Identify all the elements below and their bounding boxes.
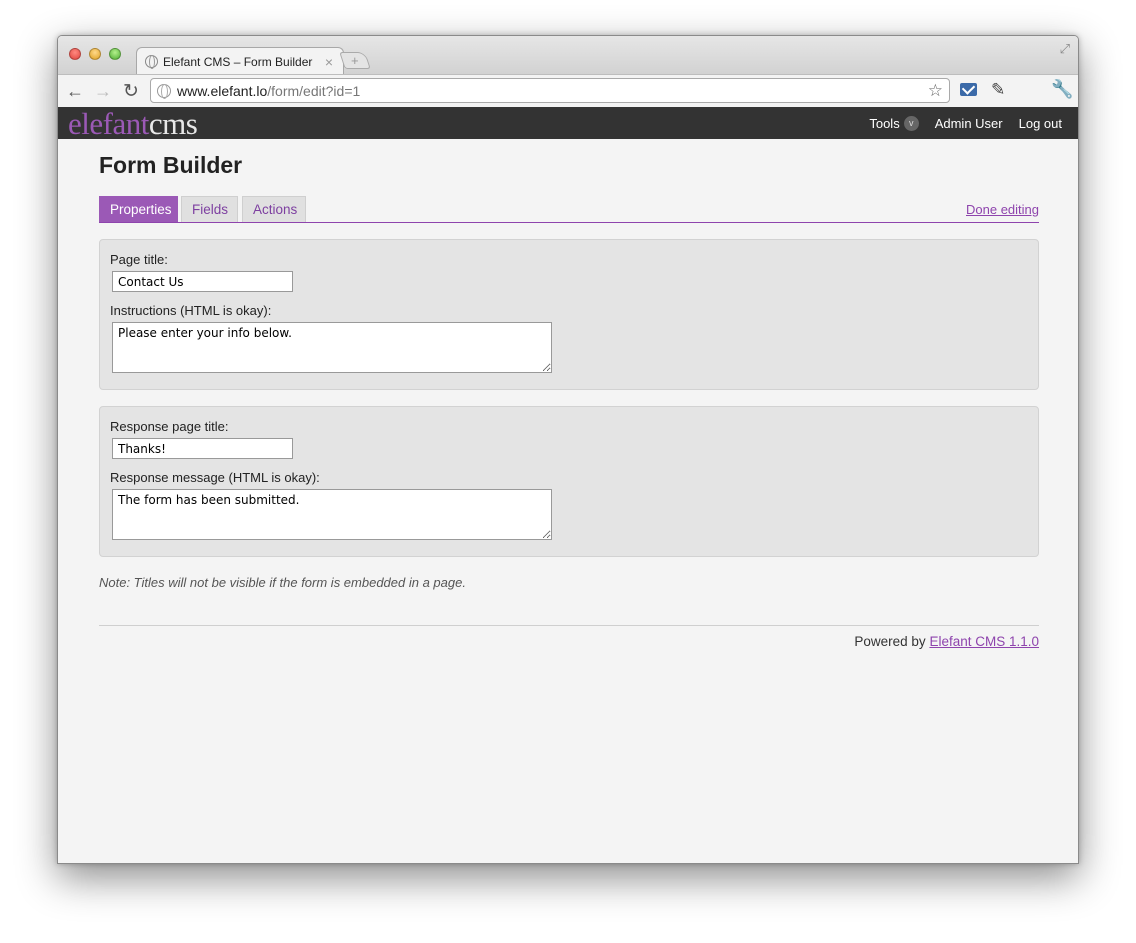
admin-user-link[interactable]: Admin User	[935, 116, 1003, 131]
bookmark-star-icon[interactable]: ☆	[928, 81, 943, 101]
response-message-label: Response message (HTML is okay):	[110, 470, 320, 485]
tab-properties[interactable]: Properties	[99, 196, 178, 222]
url-host: www.elefant.lo	[177, 82, 268, 99]
fullscreen-icon[interactable]: ⤢	[1060, 41, 1070, 57]
page-title-label: Page title:	[110, 252, 168, 267]
tools-menu[interactable]: Tools v	[869, 115, 919, 131]
plus-icon: +	[351, 53, 359, 68]
browser-window: Elefant CMS – Form Builder × + ⤢ ← → ↻ w…	[57, 35, 1079, 864]
pen-extension-icon[interactable]: ✎	[991, 80, 1005, 100]
close-window-button[interactable]	[69, 48, 81, 60]
mail-extension-icon[interactable]	[960, 83, 977, 96]
tools-label: Tools	[869, 115, 900, 131]
page-title-input[interactable]	[112, 271, 293, 292]
new-tab-button[interactable]: +	[339, 52, 371, 69]
response-properties-panel: Response page title: Response message (H…	[99, 406, 1039, 557]
instructions-textarea[interactable]: Please enter your info below.	[112, 322, 552, 373]
elefant-cms-link[interactable]: Elefant CMS 1.1.0	[929, 634, 1039, 649]
back-icon[interactable]: ←	[64, 80, 86, 102]
tab-actions[interactable]: Actions	[242, 196, 306, 222]
page-title: Form Builder	[99, 152, 243, 178]
tab-strip: Elefant CMS – Form Builder × + ⤢	[58, 36, 1078, 75]
reload-icon[interactable]: ↻	[120, 80, 142, 102]
response-title-label: Response page title:	[110, 419, 229, 434]
tab-fields[interactable]: Fields	[181, 196, 238, 222]
elefant-logo[interactable]: elefantcms	[68, 106, 198, 141]
done-editing-link[interactable]: Done editing	[966, 202, 1039, 217]
chevron-down-icon: v	[903, 115, 919, 131]
response-message-textarea[interactable]: The form has been submitted.	[112, 489, 552, 540]
logo-elefant: elefant	[68, 106, 149, 141]
cms-header: elefantcms Tools v Admin User Log out	[58, 106, 1078, 141]
main-content: Form Builder Properties Fields Actions D…	[99, 139, 1039, 649]
globe-icon	[145, 55, 158, 69]
tab-title: Elefant CMS – Form Builder	[163, 54, 313, 69]
address-bar[interactable]: www.elefant.lo/form/edit?id=1 ☆	[150, 78, 950, 103]
page-properties-panel: Page title: Instructions (HTML is okay):…	[99, 239, 1039, 390]
globe-icon	[157, 83, 171, 99]
close-tab-icon[interactable]: ×	[323, 54, 335, 70]
powered-by-text: Powered by	[854, 634, 926, 649]
cms-nav: Tools v Admin User Log out	[869, 107, 1062, 139]
minimize-window-button[interactable]	[89, 48, 101, 60]
browser-tab[interactable]: Elefant CMS – Form Builder ×	[136, 47, 344, 75]
wrench-icon[interactable]: 🔧	[1051, 79, 1073, 100]
footer: Powered by Elefant CMS 1.1.0	[99, 634, 1039, 649]
zoom-window-button[interactable]	[109, 48, 121, 60]
url-path: /form/edit?id=1	[267, 82, 361, 99]
logo-cms: cms	[148, 106, 198, 141]
logout-link[interactable]: Log out	[1019, 116, 1062, 131]
forward-icon[interactable]: →	[92, 80, 114, 102]
instructions-label: Instructions (HTML is okay):	[110, 303, 272, 318]
response-title-input[interactable]	[112, 438, 293, 459]
browser-toolbar: ← → ↻ www.elefant.lo/form/edit?id=1 ☆ ✎ …	[58, 74, 1078, 107]
titles-note: Note: Titles will not be visible if the …	[99, 575, 466, 590]
footer-divider	[99, 625, 1039, 626]
form-tabs: Properties Fields Actions Done editing	[99, 196, 1039, 223]
